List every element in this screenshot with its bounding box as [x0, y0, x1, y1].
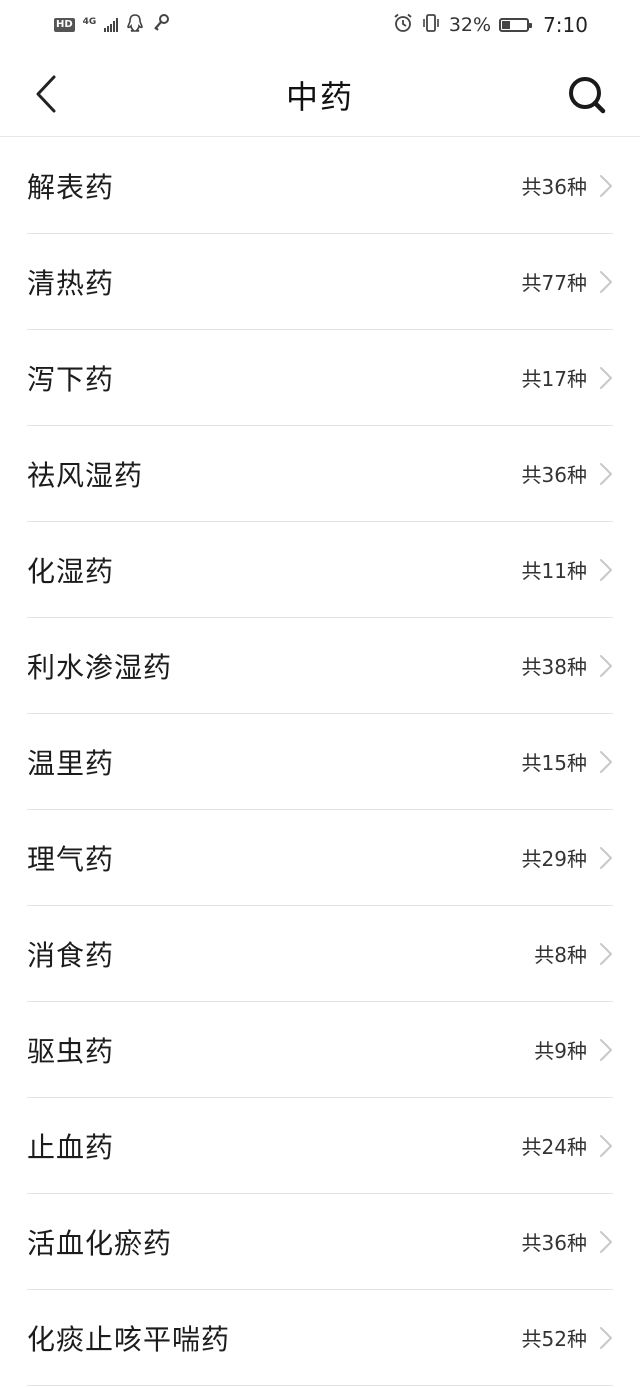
- category-name: 利水渗湿药: [27, 650, 173, 684]
- category-count: 共36种: [521, 175, 587, 199]
- category-name: 温里药: [27, 746, 115, 780]
- category-list-item[interactable]: 清热药 共77种: [27, 234, 613, 330]
- category-list-item[interactable]: 化痰止咳平喘药 共52种: [27, 1290, 613, 1386]
- qq-icon: [126, 13, 144, 38]
- category-list-item[interactable]: 温里药 共15种: [27, 714, 613, 810]
- category-name: 祛风湿药: [27, 458, 144, 492]
- category-list-item[interactable]: 解表药 共36种: [27, 138, 613, 234]
- category-list-item[interactable]: 止血药 共24种: [27, 1098, 613, 1194]
- category-list-item[interactable]: 泻下药 共17种: [27, 330, 613, 426]
- category-name: 消食药: [27, 938, 115, 972]
- status-left: HD 4G: [54, 13, 170, 38]
- hd-icon: HD: [54, 18, 75, 32]
- page-title: 中药: [285, 78, 354, 116]
- chevron-right-icon: [600, 559, 612, 581]
- chevron-right-icon: [600, 175, 612, 197]
- category-name: 止血药: [27, 1130, 115, 1164]
- category-count: 共9种: [534, 1039, 587, 1063]
- clock: 7:10: [543, 13, 588, 37]
- category-name: 清热药: [27, 266, 115, 300]
- battery-icon: [499, 18, 533, 32]
- chevron-right-icon: [600, 1327, 612, 1349]
- alarm-icon: [393, 13, 413, 38]
- chevron-right-icon: [600, 463, 612, 485]
- key-icon: [152, 13, 170, 38]
- category-list-item[interactable]: 祛风湿药 共36种: [27, 426, 613, 522]
- chevron-right-icon: [600, 367, 612, 389]
- category-list-item[interactable]: 理气药 共29种: [27, 810, 613, 906]
- category-list: 解表药 共36种 清热药 共77种 泻下药 共17种 祛风湿药 共36种 化湿药…: [0, 138, 640, 1386]
- chevron-right-icon: [600, 655, 612, 677]
- network-type: 4G: [82, 16, 97, 27]
- category-name: 化痰止咳平喘药: [27, 1322, 231, 1356]
- category-count: 共29种: [521, 847, 587, 871]
- search-icon: [569, 77, 606, 114]
- category-name: 理气药: [27, 842, 115, 876]
- vibrate-icon: [421, 13, 441, 38]
- category-name: 化湿药: [27, 554, 115, 588]
- category-list-item[interactable]: 利水渗湿药 共38种: [27, 618, 613, 714]
- chevron-right-icon: [600, 943, 612, 965]
- category-count: 共36种: [521, 1231, 587, 1255]
- category-count: 共17种: [521, 367, 587, 391]
- category-list-item[interactable]: 消食药 共8种: [27, 906, 613, 1002]
- category-count: 共77种: [521, 271, 587, 295]
- category-name: 驱虫药: [27, 1034, 115, 1068]
- battery-level: [502, 21, 511, 29]
- category-name: 解表药: [27, 170, 115, 204]
- signal-icon: [104, 18, 119, 32]
- screen: HD 4G 32% 7:10 中药 解表药 共36种 清热药 共77种 泻下药 …: [0, 0, 640, 1387]
- chevron-right-icon: [600, 751, 612, 773]
- battery-percent: 32%: [448, 14, 492, 36]
- category-list-item[interactable]: 活血化瘀药 共36种: [27, 1194, 613, 1290]
- category-count: 共8种: [534, 943, 587, 967]
- category-count: 共52种: [521, 1327, 587, 1351]
- chevron-right-icon: [600, 847, 612, 869]
- category-count: 共38种: [521, 655, 587, 679]
- category-count: 共15种: [521, 751, 587, 775]
- chevron-right-icon: [600, 1039, 612, 1061]
- search-button[interactable]: [564, 72, 610, 118]
- chevron-right-icon: [600, 1135, 612, 1157]
- chevron-right-icon: [600, 271, 612, 293]
- category-count: 共11种: [521, 559, 587, 583]
- category-list-item[interactable]: 驱虫药 共9种: [27, 1002, 613, 1098]
- category-name: 泻下药: [27, 362, 115, 396]
- category-count: 共36种: [521, 463, 587, 487]
- app-header: 中药: [0, 50, 640, 137]
- status-right: 32% 7:10: [393, 13, 588, 38]
- chevron-right-icon: [600, 1231, 612, 1253]
- category-name: 活血化瘀药: [27, 1226, 173, 1260]
- category-count: 共24种: [521, 1135, 587, 1159]
- status-bar: HD 4G 32% 7:10: [0, 0, 640, 50]
- category-list-item[interactable]: 化湿药 共11种: [27, 522, 613, 618]
